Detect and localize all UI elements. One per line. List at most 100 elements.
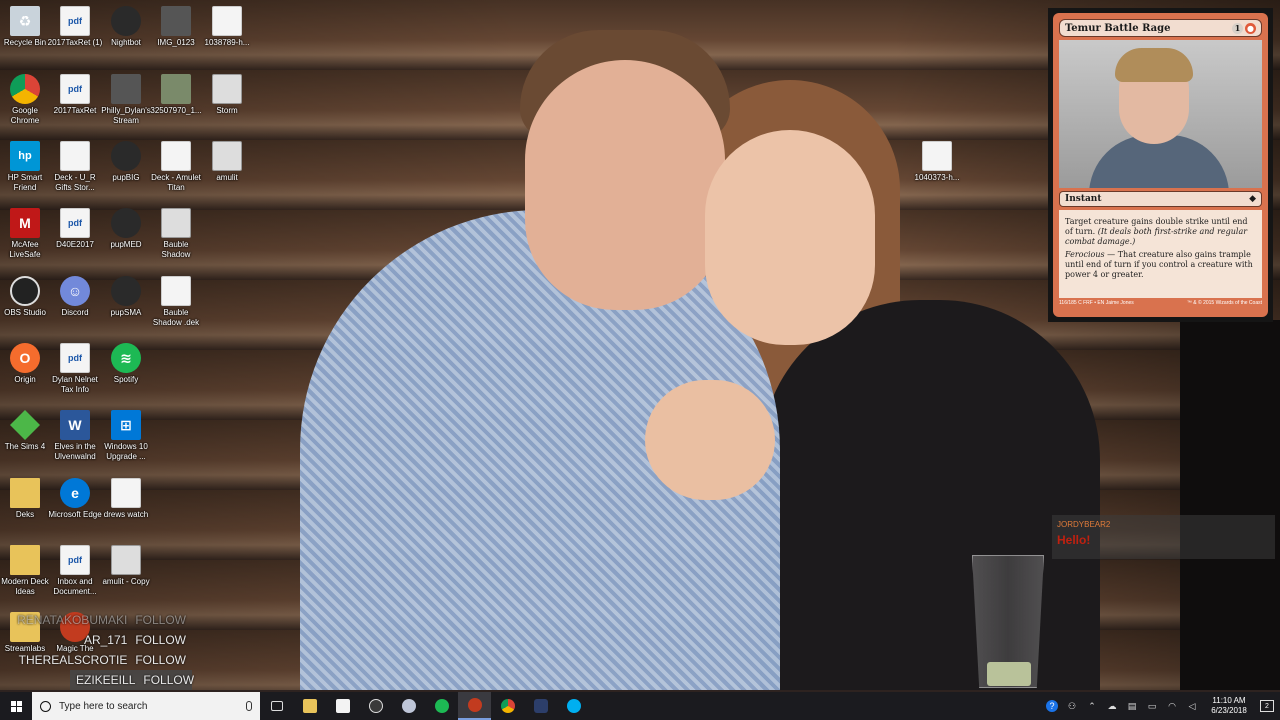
nightbot-icon	[111, 6, 141, 36]
folder-icon	[10, 545, 40, 575]
desktop-icon-sims4[interactable]: The Sims 4	[0, 410, 50, 472]
help-icon[interactable]: ?	[1046, 700, 1058, 712]
image-icon	[111, 478, 141, 508]
search-placeholder[interactable]: Type here to search	[59, 701, 238, 712]
desktop-icon-deck-ur-gifts[interactable]: Deck - U_R Gifts Stor...	[50, 141, 100, 203]
chat-username: JORDYBEAR2	[1057, 520, 1111, 529]
wallpaper-woman-cardigan	[760, 300, 1100, 690]
desktop-icon-mcafee[interactable]: M McAfee LiveSafe	[0, 208, 50, 270]
dog-icon	[111, 141, 141, 171]
desktop-icon-pupsma[interactable]: pupSMA	[101, 276, 151, 338]
desktop-icon-pupbig[interactable]: pupBIG	[101, 141, 151, 203]
taskbar-skype[interactable]	[557, 692, 590, 720]
desktop-icon-spotify[interactable]: ≋ Spotify	[101, 343, 151, 405]
taskbar-spotify[interactable]	[425, 692, 458, 720]
desktop-icon-google-chrome[interactable]: Google Chrome	[0, 74, 50, 136]
desktop-icon-recycle-bin[interactable]: ♻ Recycle Bin	[0, 6, 50, 68]
spotify-icon: ≋	[111, 343, 141, 373]
cortana-icon	[40, 700, 51, 712]
edge-icon: e	[60, 478, 90, 508]
taskbar-magic[interactable]	[458, 692, 491, 720]
desktop-icon-obs-studio[interactable]: OBS Studio	[0, 276, 50, 338]
desktop-icon-philly-dylans-stream[interactable]: Philly_Dylan's Stream	[101, 74, 151, 136]
pdf-icon: pdf	[60, 208, 90, 238]
desktop-icon-windows10-upgrade[interactable]: ⊞ Windows 10 Upgrade ...	[101, 410, 151, 472]
image-icon	[161, 74, 191, 104]
desktop-icon-deck-amulet-titan[interactable]: Deck - Amulet Titan	[151, 141, 201, 203]
people-icon[interactable]: ⚇	[1066, 700, 1078, 712]
desktop-icon-1038789[interactable]: 1038789-h...	[202, 6, 252, 68]
follower-alerts: RENATAKOBUMAKI FOLLOW AR_171 FOLLOW THER…	[12, 610, 194, 690]
desktop-icon-1040373[interactable]: 1040373-h...	[912, 141, 962, 203]
pdf-icon: pdf	[60, 343, 90, 373]
desktop-icon-d40e2017[interactable]: pdf D40E2017	[50, 208, 100, 270]
set-symbol-icon: ◆	[1249, 194, 1256, 204]
start-button[interactable]	[0, 692, 32, 720]
file-icon	[922, 141, 952, 171]
taskbar-file-explorer[interactable]	[293, 692, 326, 720]
chevron-up-icon[interactable]: ⌃	[1086, 700, 1098, 712]
taskbar-steam[interactable]	[359, 692, 392, 720]
desktop-icon-bauble-shadow[interactable]: Bauble Shadow	[151, 208, 201, 270]
microphone-icon[interactable]	[246, 701, 252, 711]
nightbot-icon	[533, 699, 548, 713]
mcafee-icon: M	[10, 208, 40, 238]
desktop-icon-storm[interactable]: Storm	[202, 74, 252, 136]
desktop-icon-modern-deck-ideas[interactable]: Modern Deck Ideas	[0, 545, 50, 607]
taskbar-chrome[interactable]	[491, 692, 524, 720]
desktop-icon-32507970[interactable]: 32507970_1...	[150, 74, 202, 136]
card-title-bar: Temur Battle Rage 1 ●	[1059, 19, 1262, 37]
image-icon	[161, 6, 191, 36]
wifi-icon[interactable]: ◠	[1166, 700, 1178, 712]
desktop-icon-origin[interactable]: O Origin	[0, 343, 50, 405]
pdf-icon: pdf	[60, 6, 90, 36]
desktop-icon-discord[interactable]: ☺ Discord	[50, 276, 100, 338]
desktop-icon-elves[interactable]: W Elves in the Ulvenwalnd	[50, 410, 100, 472]
desktop-icon-img-0123[interactable]: IMG_0123	[151, 6, 201, 68]
chat-message: Hello!	[1057, 533, 1091, 547]
desktop-icon-dylan-nelnet[interactable]: pdf Dylan Nelnet Tax Info	[50, 343, 100, 405]
desktop-icon-inbox-documents[interactable]: pdf Inbox and Document...	[50, 545, 100, 607]
desktop-icon-drews-watch[interactable]: drews watch	[101, 478, 151, 540]
task-view-icon	[270, 701, 283, 711]
desktop-icon-amulit-copy[interactable]: amulit - Copy	[101, 545, 151, 607]
taskbar-app[interactable]	[392, 692, 425, 720]
mtg-card-overlay: Temur Battle Rage 1 ● Instant ◆ Target c…	[1048, 8, 1273, 322]
desktop-icon-amulit[interactable]: amulit	[202, 141, 252, 203]
desktop-icon-hp-smart-friend[interactable]: hp HP Smart Friend	[0, 141, 50, 203]
sims-icon	[10, 410, 40, 440]
desktop-icon-nightbot[interactable]: Nightbot	[101, 6, 151, 68]
taskbar-store[interactable]	[326, 692, 359, 720]
origin-icon: O	[10, 343, 40, 373]
image-icon	[111, 74, 141, 104]
onedrive-icon[interactable]: ☁	[1106, 700, 1118, 712]
taskbar-nightbot[interactable]	[524, 692, 557, 720]
card-rules-2: Ferocious — That creature also gains tra…	[1065, 250, 1253, 279]
action-center-icon[interactable]: 2	[1260, 700, 1274, 712]
taskbar-clock[interactable]: 11:10 AM 6/23/2018	[1206, 696, 1252, 716]
battery-icon[interactable]: ▭	[1146, 700, 1158, 712]
folder-icon	[10, 478, 40, 508]
network-icon[interactable]: ▤	[1126, 700, 1138, 712]
volume-icon[interactable]: ◁	[1186, 700, 1198, 712]
desktop-icon-pupmed[interactable]: pupMED	[101, 208, 151, 270]
spotify-icon	[434, 699, 449, 713]
card-frame: Temur Battle Rage 1 ● Instant ◆ Target c…	[1053, 13, 1268, 317]
steam-icon	[368, 699, 383, 713]
card-type: Instant	[1065, 194, 1102, 204]
obs-icon	[10, 276, 40, 306]
desktop-icon-bauble-shadow-dek[interactable]: Bauble Shadow .dek	[151, 276, 201, 338]
file-icon	[60, 141, 90, 171]
chrome-icon	[500, 699, 515, 713]
card-art-webcam	[1059, 40, 1262, 188]
taskbar-search-box[interactable]: Type here to search	[32, 692, 260, 720]
desktop-icon-2017taxret[interactable]: pdf 2017TaxRet	[50, 74, 100, 136]
desktop-icon-2017taxret-1[interactable]: pdf 2017TaxRet (1)	[48, 6, 102, 68]
desktop-icon-deks[interactable]: Deks	[0, 478, 50, 540]
task-view-button[interactable]	[260, 692, 293, 720]
desktop-icon-microsoft-edge[interactable]: e Microsoft Edge	[48, 478, 102, 540]
card-collector-info: 116/185 C FRF • EN Jaime Jones	[1059, 300, 1134, 306]
image-icon	[212, 141, 242, 171]
follow-alert: THEREALSCROTIE FOLLOW	[18, 653, 186, 667]
clock-time: 11:10 AM	[1212, 696, 1246, 705]
